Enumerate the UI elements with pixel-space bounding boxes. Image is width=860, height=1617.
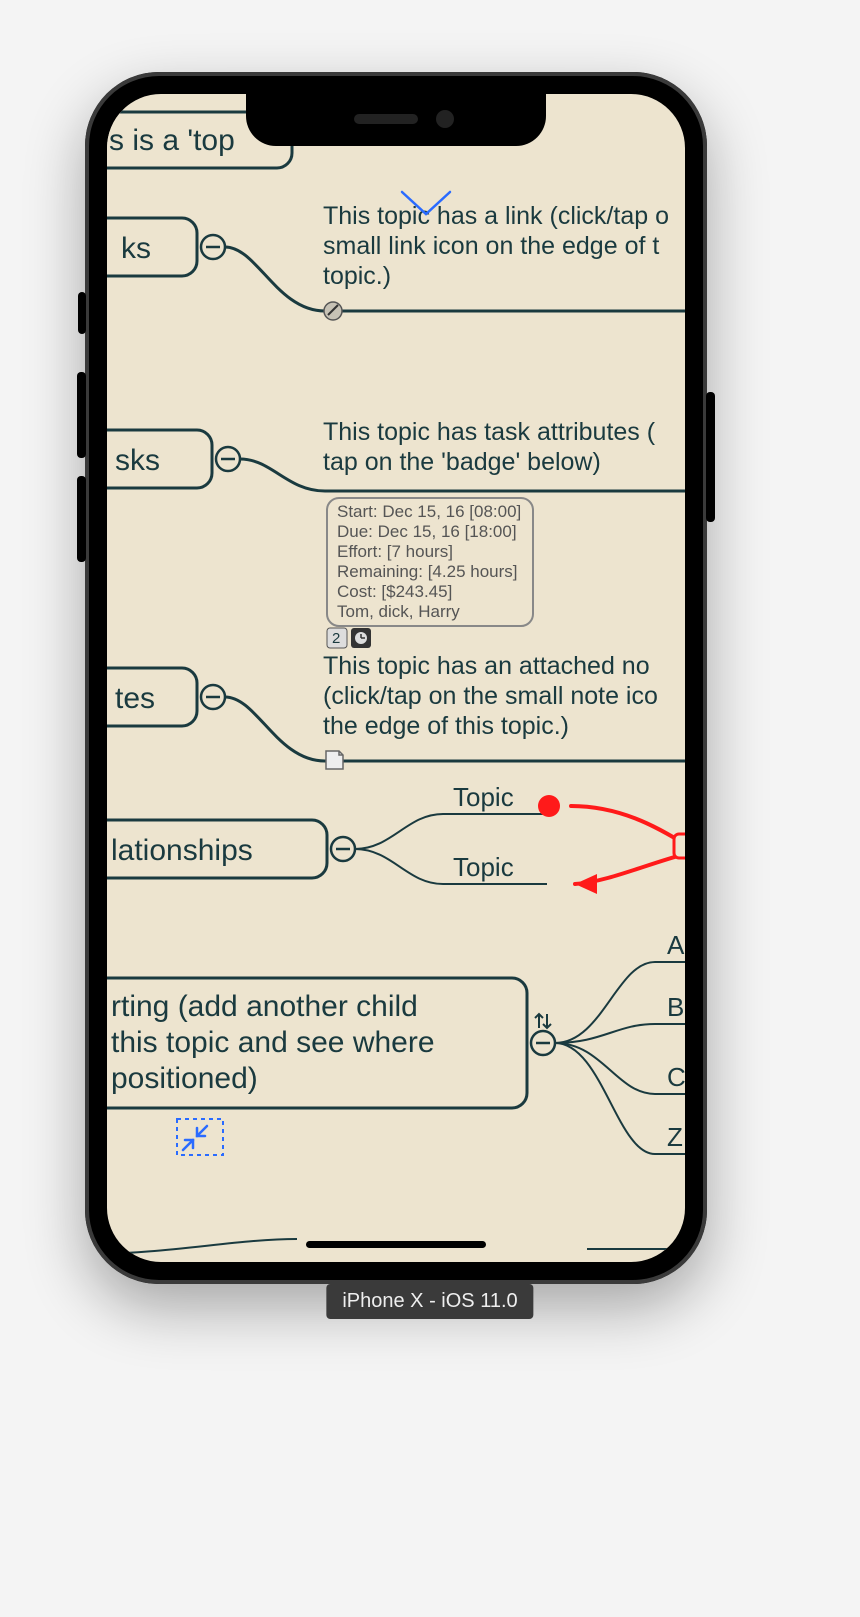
task-badge-line-1: Due: Dec 15, 16 [18:00] bbox=[337, 522, 517, 541]
priority-number: 2 bbox=[332, 630, 340, 647]
sorting-child-a[interactable]: A bbox=[667, 930, 685, 960]
task-badge-line-4: Cost: [$243.45] bbox=[337, 582, 452, 601]
screen: s is a 'top ks This topic has a link (cl… bbox=[107, 94, 685, 1262]
relationship-target[interactable] bbox=[674, 834, 685, 858]
volume-up-button[interactable] bbox=[77, 372, 86, 458]
mute-switch[interactable] bbox=[78, 292, 86, 334]
links-desc-3: topic.) bbox=[323, 262, 391, 290]
phone-frame: s is a 'top ks This topic has a link (cl… bbox=[85, 72, 707, 1284]
task-badge-line-2: Effort: [7 hours] bbox=[337, 542, 453, 561]
sorting-line-3: positioned) bbox=[111, 1062, 258, 1095]
home-indicator[interactable] bbox=[306, 1241, 486, 1248]
links-desc-2: small link icon on the edge of t bbox=[323, 232, 659, 260]
relationship-child-1[interactable]: Topic bbox=[453, 782, 514, 812]
notch bbox=[246, 94, 546, 146]
notes-desc-3: the edge of this topic.) bbox=[323, 712, 569, 740]
tasks-desc-2: tap on the 'badge' below) bbox=[323, 448, 601, 476]
topic-links-label: ks bbox=[121, 232, 151, 265]
sorting-line-1: rting (add another child bbox=[111, 990, 418, 1023]
tasks-desc-1: This topic has task attributes ( bbox=[323, 418, 656, 446]
sorting-line-2: this topic and see where bbox=[111, 1026, 435, 1059]
topic-root-label: s is a 'top bbox=[109, 124, 235, 157]
notes-desc-1: This topic has an attached no bbox=[323, 652, 650, 680]
device-label: iPhone X - iOS 11.0 bbox=[326, 1284, 533, 1319]
relationship-endpoint-icon[interactable] bbox=[538, 795, 560, 817]
sorting-child-b[interactable]: B bbox=[667, 992, 684, 1022]
recenter-icon[interactable] bbox=[177, 1119, 223, 1155]
volume-down-button[interactable] bbox=[77, 476, 86, 562]
task-badge-line-0: Start: Dec 15, 16 [08:00] bbox=[337, 502, 521, 521]
topic-relationships-label: lationships bbox=[111, 834, 253, 867]
task-badge-line-5: Tom, dick, Harry bbox=[337, 602, 460, 621]
notes-desc-2: (click/tap on the small note ico bbox=[323, 682, 658, 710]
sorting-child-z[interactable]: Z bbox=[667, 1122, 683, 1152]
mindmap-canvas[interactable]: s is a 'top ks This topic has a link (cl… bbox=[107, 94, 685, 1262]
topic-tasks-label: sks bbox=[115, 444, 160, 477]
power-button[interactable] bbox=[706, 392, 715, 522]
topic-notes-label: tes bbox=[115, 682, 155, 715]
sorting-child-c[interactable]: C bbox=[667, 1062, 685, 1092]
links-desc-1: This topic has a link (click/tap o bbox=[323, 202, 669, 230]
relationship-child-2[interactable]: Topic bbox=[453, 852, 514, 882]
task-badge-line-3: Remaining: [4.25 hours] bbox=[337, 562, 518, 581]
note-icon[interactable] bbox=[326, 751, 343, 769]
